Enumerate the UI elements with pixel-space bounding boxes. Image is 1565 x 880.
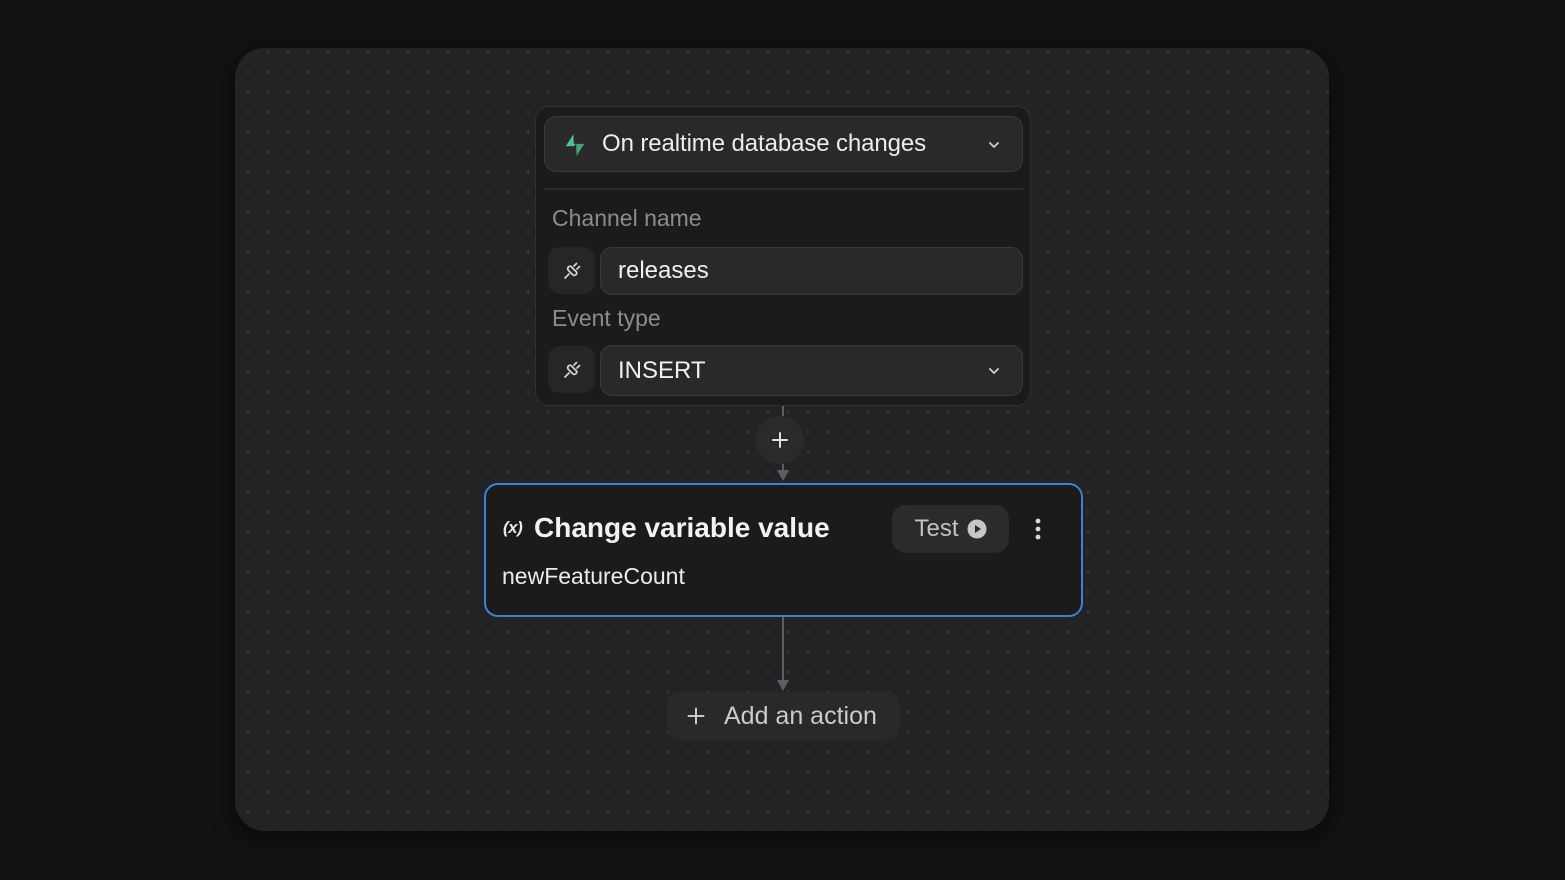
test-button[interactable]: Test (892, 505, 1009, 553)
more-options-icon[interactable] (1026, 515, 1050, 543)
plus-icon (772, 432, 788, 448)
trigger-divider (544, 188, 1023, 190)
event-type-variable-button[interactable] (548, 346, 595, 393)
bolt-icon (565, 134, 585, 156)
chevron-down-icon (989, 142, 999, 148)
test-label: Test (914, 515, 959, 542)
connector-line (782, 617, 784, 681)
chevron-down-icon (989, 368, 999, 374)
channel-name-variable-button[interactable] (548, 247, 595, 294)
event-type-value: INSERT (618, 356, 706, 384)
connector-arrow (777, 680, 789, 691)
event-type-label: Event type (552, 305, 661, 331)
event-type-select[interactable]: INSERT (600, 345, 1023, 396)
action-variable-name: newFeatureCount (502, 563, 685, 589)
plug-icon (563, 361, 580, 378)
variable-icon: (x) (503, 518, 523, 537)
plug-icon (563, 262, 580, 279)
channel-name-input[interactable]: releases (600, 247, 1023, 295)
channel-name-value: releases (618, 257, 709, 284)
add-action-label: Add an action (724, 702, 877, 730)
add-action-button[interactable]: Add an action (667, 692, 900, 740)
play-circle-icon (967, 519, 986, 539)
trigger-type-select[interactable]: On realtime database changes (544, 116, 1023, 172)
insert-step-button[interactable] (756, 416, 804, 464)
action-title: Change variable value (534, 512, 830, 543)
trigger-title: On realtime database changes (602, 130, 927, 157)
connector-arrow (777, 470, 789, 481)
channel-name-label: Channel name (552, 205, 702, 231)
action-card-change-variable[interactable]: (x) Change variable value newFeatureCoun… (484, 483, 1083, 617)
plus-icon (687, 707, 705, 725)
